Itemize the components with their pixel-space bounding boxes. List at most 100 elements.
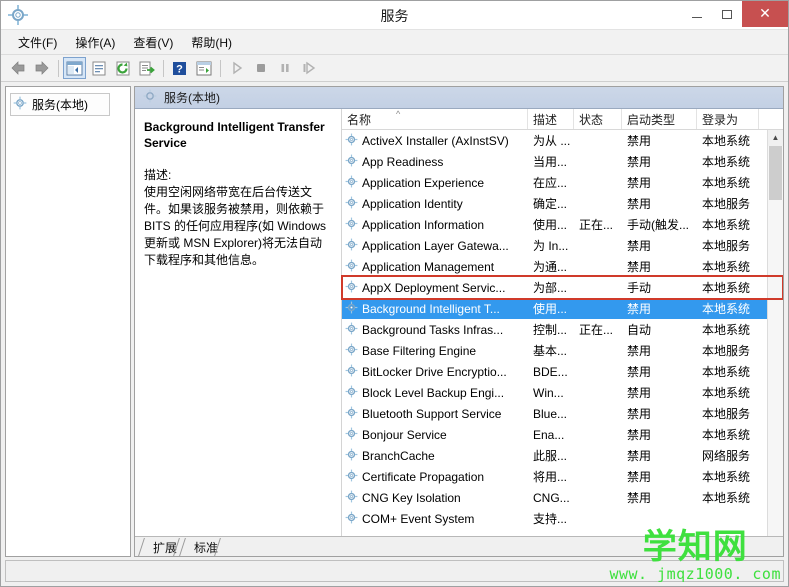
maximize-button[interactable] [712, 1, 742, 27]
results-pane: 服务(本地) Background Intelligent Transfer S… [134, 86, 784, 557]
cell-startup-type: 禁用 [627, 407, 652, 421]
services-gear-icon [7, 4, 29, 26]
column-header-log-on-as[interactable]: 登录为 [697, 109, 759, 129]
service-detail-column: Background Intelligent Transfer Service … [135, 109, 342, 536]
cell-description: CNG... [533, 490, 570, 505]
scrollbar-track[interactable] [768, 146, 783, 536]
table-row[interactable]: COM+ Event System 支持... [342, 508, 767, 529]
cell-service-name: AppX Deployment Servic... [342, 280, 528, 296]
cell-log-on-as: 本地系统 [702, 176, 751, 190]
scrollbar-thumb[interactable] [769, 146, 782, 200]
table-row[interactable]: AppX Deployment Servic... 为部... 手动 本地系统 [342, 277, 767, 298]
table-row[interactable]: Background Tasks Infras... 控制... 正在... 自动 本地… [342, 319, 767, 340]
table-row[interactable]: Application Experience 在应... 禁用 本地系统 [342, 172, 767, 193]
cell-status: 正在... [579, 218, 614, 232]
cell-service-name: Background Intelligent T... [342, 301, 528, 317]
help-icon[interactable]: ? [168, 57, 191, 79]
cell-description: 在应... [533, 176, 568, 190]
svg-text:?: ? [176, 63, 183, 75]
table-row[interactable]: Application Layer Gatewa... 为 In... 禁用 本地服务 [342, 235, 767, 256]
cell-description: 为 In... [533, 239, 569, 253]
table-row[interactable]: Block Level Backup Engi... Win... 禁用 本地系统 [342, 382, 767, 403]
restart-service-icon [297, 57, 320, 79]
tool-bar: ? [1, 55, 788, 82]
tree-item-services-local[interactable]: 服务(本地) [10, 93, 110, 116]
table-row[interactable]: Base Filtering Engine 基本... 禁用 本地服务 [342, 340, 767, 361]
table-row[interactable]: App Readiness 当用... 禁用 本地系统 [342, 151, 767, 172]
cell-log-on-as: 本地系统 [702, 491, 751, 505]
show-hide-tree-icon[interactable] [63, 57, 86, 79]
cell-startup-type: 禁用 [627, 197, 652, 211]
service-gear-icon [345, 196, 358, 212]
cell-log-on-as: 本地系统 [702, 281, 751, 295]
cell-service-name: BranchCache [342, 448, 528, 464]
show-action-pane-icon[interactable] [192, 57, 215, 79]
table-row[interactable]: Bonjour Service Ena... 禁用 本地系统 [342, 424, 767, 445]
service-gear-icon [345, 385, 358, 401]
forward-arrow-icon[interactable] [30, 57, 53, 79]
service-gear-icon [345, 154, 358, 170]
cell-startup-type: 自动 [627, 323, 652, 337]
sort-ascending-icon: ^ [396, 109, 401, 119]
table-row[interactable]: Application Identity 确定... 禁用 本地服务 [342, 193, 767, 214]
list-vertical-scrollbar[interactable]: ▲ [767, 130, 783, 536]
cell-startup-type: 禁用 [627, 449, 652, 463]
minimize-button[interactable] [682, 1, 712, 27]
services-gear-icon [143, 89, 157, 106]
cell-service-name: App Readiness [342, 154, 528, 170]
table-row[interactable]: Application Information 使用... 正在... 手动(触发..… [342, 214, 767, 235]
service-gear-icon [345, 364, 358, 380]
services-window-screenshot: 服务 ✕ 文件(F) 操作(A) 查看(V) 帮助(H) ? 服务(本地) 服务… [0, 0, 789, 587]
column-header-name[interactable]: 名称 ^ [342, 109, 528, 129]
service-name-label: Application Layer Gatewa... [362, 238, 509, 253]
menu-help[interactable]: 帮助(H) [182, 31, 241, 54]
cell-log-on-as: 本地系统 [702, 134, 751, 148]
refresh-icon[interactable] [111, 57, 134, 79]
menu-action[interactable]: 操作(A) [66, 31, 124, 54]
service-name-label: App Readiness [362, 154, 444, 169]
cell-log-on-as: 网络服务 [702, 449, 751, 463]
cell-startup-type: 手动 [627, 281, 652, 295]
export-list-icon[interactable] [135, 57, 158, 79]
service-name-label: BitLocker Drive Encryptio... [362, 364, 507, 379]
console-tree-pane: 服务(本地) [5, 86, 131, 557]
services-list-header: 名称 ^ 描述 状态 启动类型 登录为 [342, 109, 783, 130]
cell-log-on-as: 本地系统 [702, 470, 751, 484]
table-row[interactable]: BranchCache 此服... 禁用 网络服务 [342, 445, 767, 466]
back-arrow-icon[interactable] [6, 57, 29, 79]
close-button[interactable]: ✕ [742, 1, 788, 27]
service-gear-icon [345, 511, 358, 527]
table-row[interactable]: Certificate Propagation 将用... 禁用 本地系统 [342, 466, 767, 487]
column-header-startup-type[interactable]: 启动类型 [622, 109, 697, 129]
service-name-label: Bonjour Service [362, 427, 447, 442]
menu-file[interactable]: 文件(F) [9, 31, 66, 54]
cell-startup-type: 禁用 [627, 134, 652, 148]
cell-startup-type: 禁用 [627, 344, 652, 358]
services-window: 服务 ✕ 文件(F) 操作(A) 查看(V) 帮助(H) ? 服务(本地) 服务… [0, 0, 789, 587]
column-header-description[interactable]: 描述 [528, 109, 574, 129]
table-row[interactable]: BitLocker Drive Encryptio... BDE... 禁用 本地系统 [342, 361, 767, 382]
service-name-label: Block Level Backup Engi... [362, 385, 505, 400]
service-name-label: Application Identity [362, 196, 463, 211]
cell-service-name: Background Tasks Infras... [342, 322, 528, 338]
table-row[interactable]: ActiveX Installer (AxInstSV) 为从 ... 禁用 本地系统 [342, 130, 767, 151]
toolbar-separator-3 [220, 59, 221, 77]
menu-view[interactable]: 查看(V) [124, 31, 182, 54]
cell-service-name: Application Management [342, 259, 528, 275]
table-row[interactable]: Bluetooth Support Service Blue... 禁用 本地服务 [342, 403, 767, 424]
cell-log-on-as: 本地服务 [702, 344, 751, 358]
cell-service-name: Application Information [342, 217, 528, 233]
table-row[interactable]: Application Management 为通... 禁用 本地系统 [342, 256, 767, 277]
cell-service-name: Certificate Propagation [342, 469, 528, 485]
cell-log-on-as: 本地系统 [702, 428, 751, 442]
table-row[interactable]: CNG Key Isolation CNG... 禁用 本地系统 [342, 487, 767, 508]
tab-standard[interactable]: 标准 [182, 538, 228, 556]
scroll-up-button[interactable]: ▲ [768, 130, 783, 146]
service-gear-icon [345, 133, 358, 149]
service-gear-icon [345, 280, 358, 296]
table-row[interactable]: Background Intelligent T... 使用... 禁用 本地系统 [342, 298, 767, 319]
properties-icon[interactable] [87, 57, 110, 79]
cell-description: 支持... [533, 512, 568, 526]
service-name-label: Bluetooth Support Service [362, 406, 502, 421]
column-header-status[interactable]: 状态 [574, 109, 622, 129]
